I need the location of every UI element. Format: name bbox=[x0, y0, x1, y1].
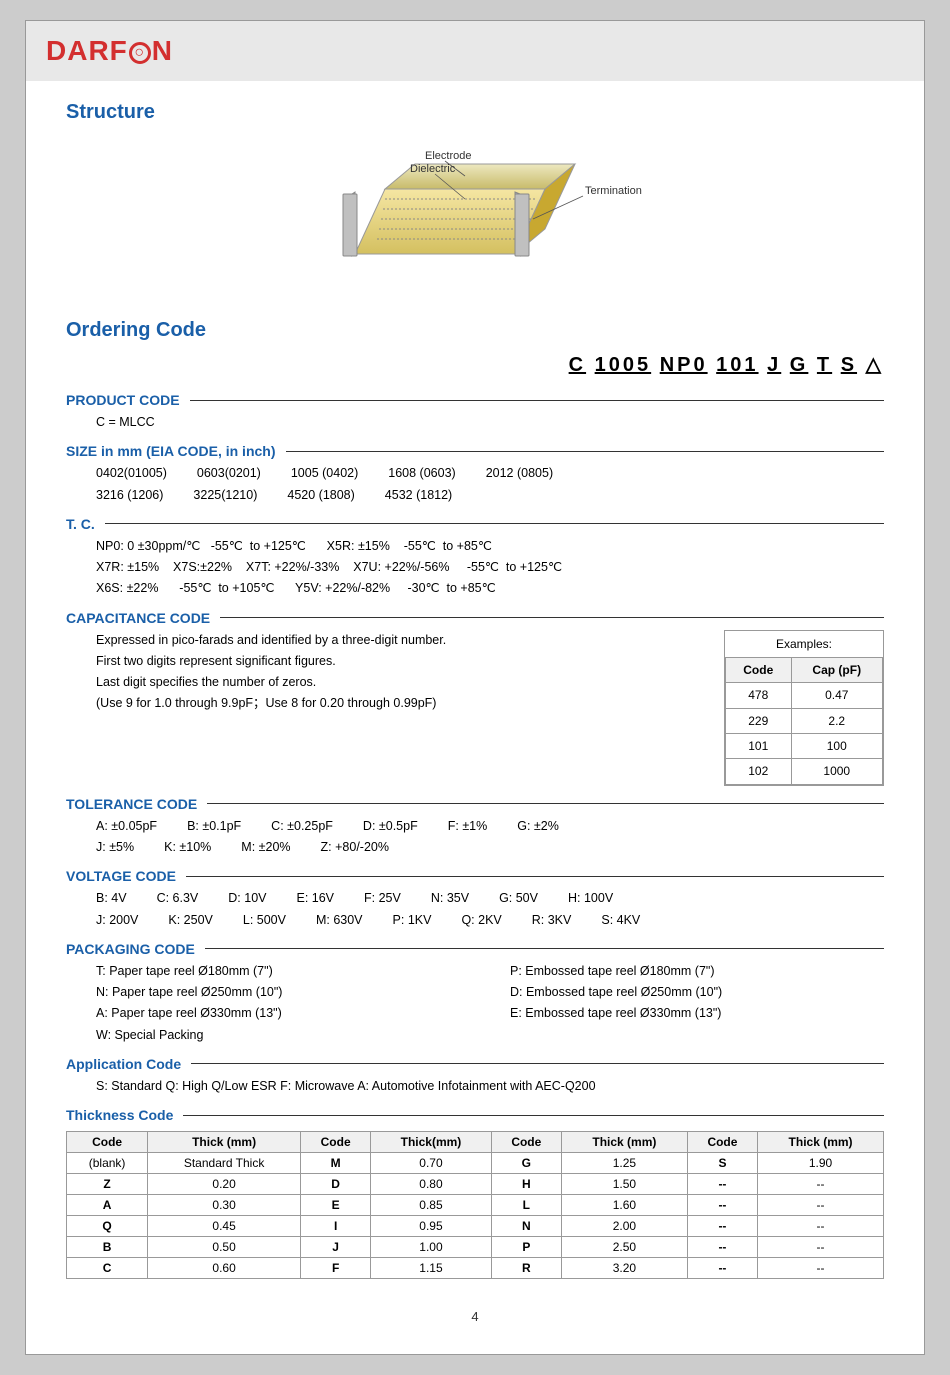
examples-col-cap: Cap (pF) bbox=[791, 657, 883, 682]
tolerance-content: A: ±0.05pF B: ±0.1pF C: ±0.25pF D: ±0.5p… bbox=[66, 816, 884, 859]
termination-label: Termination bbox=[585, 185, 642, 197]
size-content: 0402(01005) 0603(0201) 1005 (0402) 1608 … bbox=[66, 463, 884, 506]
packaging-left: T: Paper tape reel Ø180mm (7") N: Paper … bbox=[96, 961, 470, 1046]
logo-bar: DARF○N bbox=[26, 21, 924, 81]
th-code3: Code bbox=[491, 1132, 561, 1153]
table-row: Q 0.45 I 0.95 N 2.00 -- -- bbox=[67, 1216, 884, 1237]
voltage-row2: J: 200V K: 250V L: 500V M: 630V P: 1KV Q… bbox=[96, 910, 884, 931]
voltage-content: B: 4V C: 6.3V D: 10V E: 16V F: 25V N: 35… bbox=[66, 888, 884, 931]
size-row1: 0402(01005) 0603(0201) 1005 (0402) 1608 … bbox=[96, 463, 884, 484]
size-label: SIZE in mm (EIA CODE, in inch) bbox=[66, 443, 884, 459]
tc-section: T. C. NP0: 0 ±30ppm/℃ -55℃ to +125℃ X5R:… bbox=[66, 516, 884, 600]
product-code-content: C = MLCC bbox=[66, 412, 884, 433]
table-row: C 0.60 F 1.15 R 3.20 -- -- bbox=[67, 1258, 884, 1279]
capacitor-diagram: Electrode Dielectric Termination bbox=[225, 144, 725, 294]
table-row: 478 0.47 bbox=[726, 683, 883, 708]
page-number: 4 bbox=[66, 1309, 884, 1324]
capacitance-section: CAPACITANCE CODE Expressed in pico-farad… bbox=[66, 610, 884, 786]
structure-section: Structure bbox=[66, 101, 884, 294]
th-code1: Code bbox=[67, 1132, 148, 1153]
ordering-code-display: C 1005 NP0 101 J G T S △ bbox=[66, 352, 884, 377]
tolerance-row2: J: ±5% K: ±10% M: ±20% Z: +80/-20% bbox=[96, 837, 884, 858]
th-thick1: Thick (mm) bbox=[148, 1132, 301, 1153]
code-NP0: NP0 bbox=[660, 354, 708, 376]
capacitance-label: CAPACITANCE CODE bbox=[66, 610, 884, 626]
code-S: S bbox=[841, 354, 857, 376]
cap-text: Expressed in pico-farads and identified … bbox=[96, 630, 704, 715]
code-G: G bbox=[790, 354, 809, 376]
voltage-section: VOLTAGE CODE B: 4V C: 6.3V D: 10V E: 16V… bbox=[66, 868, 884, 931]
tolerance-row1: A: ±0.05pF B: ±0.1pF C: ±0.25pF D: ±0.5p… bbox=[96, 816, 884, 837]
th-thick2: Thick(mm) bbox=[371, 1132, 491, 1153]
page: DARF○N Structure bbox=[25, 20, 925, 1355]
th-thick4: Thick (mm) bbox=[758, 1132, 884, 1153]
packaging-section: PACKAGING CODE T: Paper tape reel Ø180mm… bbox=[66, 941, 884, 1046]
packaging-label: PACKAGING CODE bbox=[66, 941, 884, 957]
th-code2: Code bbox=[301, 1132, 371, 1153]
voltage-label: VOLTAGE CODE bbox=[66, 868, 884, 884]
table-row: 101 100 bbox=[726, 734, 883, 759]
code-101: 101 bbox=[716, 354, 758, 376]
packaging-right: P: Embossed tape reel Ø180mm (7") D: Emb… bbox=[510, 961, 884, 1046]
tolerance-label: TOLERANCE CODE bbox=[66, 796, 884, 812]
tc-content: NP0: 0 ±30ppm/℃ -55℃ to +125℃ X5R: ±15% … bbox=[66, 536, 884, 600]
table-row: (blank) Standard Thick M 0.70 G 1.25 S 1… bbox=[67, 1153, 884, 1174]
thickness-section: Thickness Code Code Thick (mm) Code Thic… bbox=[66, 1107, 884, 1279]
capacitance-content: Expressed in pico-farads and identified … bbox=[66, 630, 884, 786]
table-row: 229 2.2 bbox=[726, 708, 883, 733]
ordering-code-section: Ordering Code C 1005 NP0 101 J G T S △ P… bbox=[66, 319, 884, 1279]
structure-title: Structure bbox=[66, 101, 884, 124]
cap-table-wrapper: Expressed in pico-farads and identified … bbox=[96, 630, 884, 786]
th-code4: Code bbox=[687, 1132, 757, 1153]
tc-label: T. C. bbox=[66, 516, 884, 532]
product-code-section: PRODUCT CODE C = MLCC bbox=[66, 392, 884, 433]
packaging-cols: T: Paper tape reel Ø180mm (7") N: Paper … bbox=[96, 961, 884, 1046]
table-row: B 0.50 J 1.00 P 2.50 -- -- bbox=[67, 1237, 884, 1258]
code-triangle: △ bbox=[866, 354, 884, 376]
thickness-table: Code Thick (mm) Code Thick(mm) Code Thic… bbox=[66, 1131, 884, 1279]
voltage-row1: B: 4V C: 6.3V D: 10V E: 16V F: 25V N: 35… bbox=[96, 888, 884, 909]
examples-col-code: Code bbox=[726, 657, 792, 682]
electrode-label: Electrode bbox=[425, 150, 471, 162]
table-row: A 0.30 E 0.85 L 1.60 -- -- bbox=[67, 1195, 884, 1216]
thickness-label: Thickness Code bbox=[66, 1107, 884, 1123]
tolerance-section: TOLERANCE CODE A: ±0.05pF B: ±0.1pF C: ±… bbox=[66, 796, 884, 859]
application-section: Application Code S: Standard Q: High Q/L… bbox=[66, 1056, 884, 1097]
packaging-content: T: Paper tape reel Ø180mm (7") N: Paper … bbox=[66, 961, 884, 1046]
product-code-label: PRODUCT CODE bbox=[66, 392, 884, 408]
table-row: Z 0.20 D 0.80 H 1.50 -- -- bbox=[67, 1174, 884, 1195]
examples-box: Examples: Code Cap (pF) 478 bbox=[724, 630, 884, 786]
examples-title: Examples: bbox=[725, 631, 883, 657]
application-content: S: Standard Q: High Q/Low ESR F: Microwa… bbox=[66, 1076, 884, 1097]
size-row2: 3216 (1206) 3225(1210) 4520 (1808) 4532 … bbox=[96, 485, 884, 506]
code-T: T bbox=[817, 354, 832, 376]
code-J: J bbox=[767, 354, 781, 376]
code-C: C bbox=[569, 354, 586, 376]
size-section: SIZE in mm (EIA CODE, in inch) 0402(0100… bbox=[66, 443, 884, 506]
application-label: Application Code bbox=[66, 1056, 884, 1072]
ordering-code-title: Ordering Code bbox=[66, 319, 884, 342]
logo: DARF○N bbox=[46, 35, 173, 66]
code-1005: 1005 bbox=[595, 354, 652, 376]
logo-o-icon: ○ bbox=[129, 42, 151, 64]
examples-table: Code Cap (pF) 478 0.47 229 bbox=[725, 657, 883, 785]
dielectric-label: Dielectric bbox=[410, 163, 456, 175]
table-row: 102 1000 bbox=[726, 759, 883, 784]
diagram-area: Electrode Dielectric Termination bbox=[66, 134, 884, 294]
th-thick3: Thick (mm) bbox=[561, 1132, 687, 1153]
thickness-table-wrapper: Code Thick (mm) Code Thick(mm) Code Thic… bbox=[66, 1131, 884, 1279]
